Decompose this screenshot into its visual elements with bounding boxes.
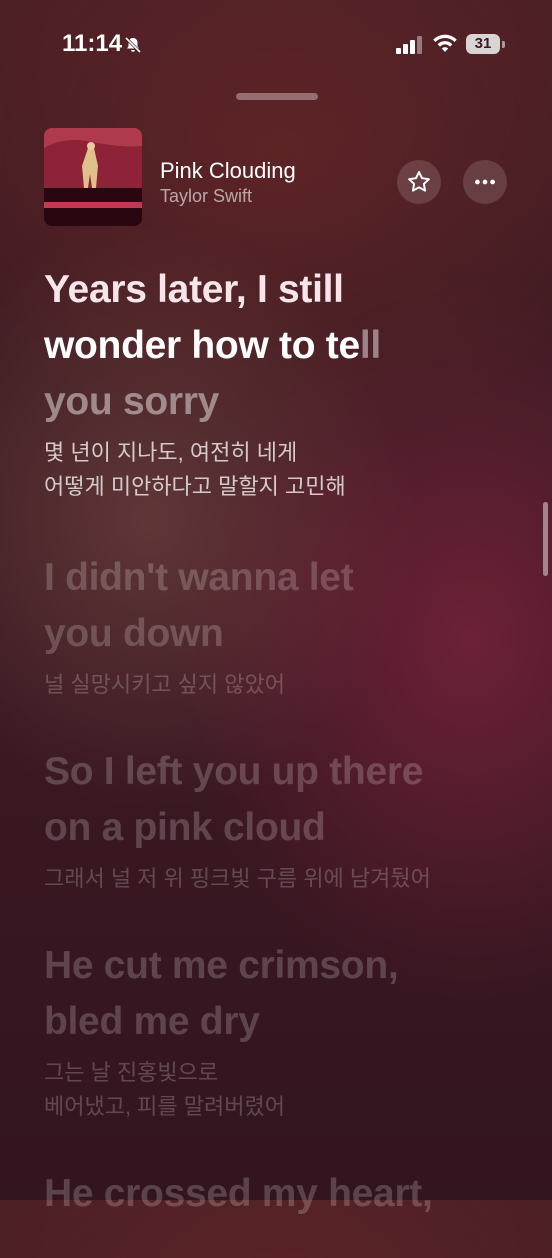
lyric-translation: 몇 년이 지나도, 여전히 네게 어떻게 미안하다고 말할지 고민해 <box>44 436 514 504</box>
lyric-line: I didn't wanna let <box>44 556 354 599</box>
lyric-line-sung: wonder how to te <box>44 324 360 367</box>
lyric-line: Years later, I still <box>44 268 344 311</box>
lyric-line: you down <box>44 612 224 655</box>
lyric-line-unsung: ll <box>359 324 381 367</box>
lyric-translation: 그래서 널 저 위 핑크빛 구름 위에 남겨뒀어 <box>44 862 514 896</box>
lyric-line: bled me dry <box>44 1000 260 1043</box>
favorite-button[interactable] <box>397 160 441 204</box>
song-artist[interactable]: Taylor Swift <box>160 186 252 207</box>
lyrics-view[interactable]: Years later, I still wonder how to tell … <box>44 262 514 1258</box>
translation-line: 널 실망시키고 싶지 않았어 <box>44 672 285 697</box>
battery-indicator: 31 <box>466 34 500 54</box>
lyric-line: So I left you up there <box>44 750 424 793</box>
lyric-line-progress: wonder how to tell <box>44 318 514 374</box>
lyric-line: you sorry <box>44 380 220 423</box>
star-icon <box>408 171 430 192</box>
sheet-grabber[interactable] <box>236 93 318 100</box>
lyric-block[interactable]: He crossed my heart, <box>44 1166 514 1222</box>
bell-slash-icon <box>124 36 142 54</box>
translation-line: 그는 날 진홍빛으로 <box>44 1060 219 1085</box>
lyric-block[interactable]: I didn't wanna let you down 널 실망시키고 싶지 않… <box>44 550 514 702</box>
lyric-line: He crossed my heart, <box>44 1172 433 1215</box>
wifi-icon <box>433 34 457 52</box>
translation-line: 그래서 널 저 위 핑크빛 구름 위에 남겨뒀어 <box>44 866 431 891</box>
lyric-line: on a pink cloud <box>44 806 326 849</box>
more-options-button[interactable] <box>463 160 507 204</box>
lyric-translation: 널 실망시키고 싶지 않았어 <box>44 668 514 702</box>
lyric-line: He cut me crimson, <box>44 944 399 987</box>
album-artwork[interactable] <box>44 128 142 226</box>
lyric-block[interactable]: So I left you up there on a pink cloud 그… <box>44 744 514 896</box>
song-title: Pink Clouding <box>160 158 296 183</box>
translation-line: 몇 년이 지나도, 여전히 네게 <box>44 440 298 465</box>
battery-nub <box>502 41 505 48</box>
translation-line: 베어냈고, 피를 말려버렸어 <box>44 1094 285 1119</box>
status-bar: 11:14 31 <box>0 0 552 90</box>
ellipsis-icon <box>475 179 495 185</box>
lyric-translation: 그는 날 진홍빛으로 베어냈고, 피를 말려버렸어 <box>44 1056 514 1124</box>
status-time: 11:14 <box>62 30 123 57</box>
scrollbar[interactable] <box>543 502 548 576</box>
album-cover-image <box>44 128 142 226</box>
translation-line: 어떻게 미안하다고 말할지 고민해 <box>44 474 346 499</box>
lyric-block[interactable]: He cut me crimson, bled me dry 그는 날 진홍빛으… <box>44 938 514 1124</box>
cellular-signal-icon <box>396 36 422 54</box>
lyric-block-current[interactable]: Years later, I still wonder how to tell … <box>44 262 514 504</box>
